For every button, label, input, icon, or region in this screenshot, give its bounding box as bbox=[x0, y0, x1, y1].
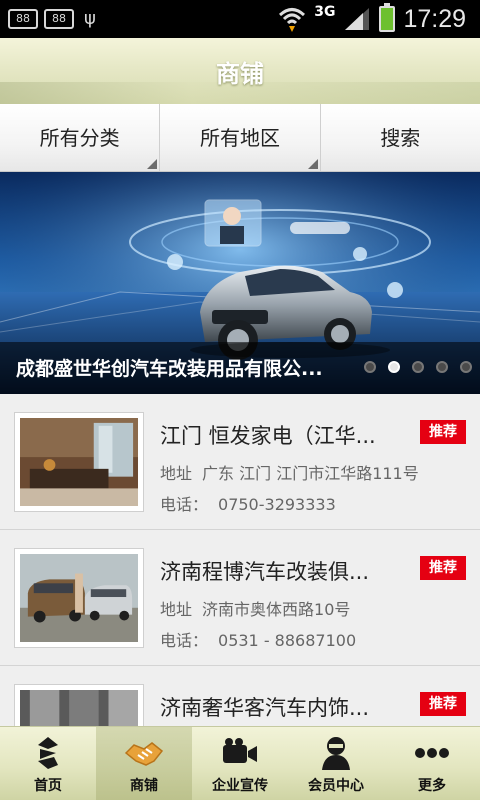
banner-caption-bar: 成都盛世华创汽车改装用品有限公... bbox=[0, 342, 480, 394]
nav-promo[interactable]: 企业宣传 bbox=[192, 727, 288, 800]
shop-thumbnail bbox=[14, 684, 144, 726]
recommend-badge: 推荐 bbox=[420, 420, 466, 444]
list-item[interactable]: 江门 恒发家电（江华... 推荐 地址 广东 江门 江门市江华路111号 电话： 0… bbox=[0, 394, 480, 530]
shop-thumbnail bbox=[14, 412, 144, 512]
carousel-dot[interactable] bbox=[412, 361, 424, 373]
network-type: 3G bbox=[314, 4, 336, 20]
carousel-indicators bbox=[364, 361, 472, 373]
list-item[interactable]: 济南程博汽车改装俱... 推荐 地址 济南市奥体西路10号 电话： 0531 - 8… bbox=[0, 530, 480, 666]
banner-caption: 成都盛世华创汽车改装用品有限公... bbox=[16, 358, 323, 380]
phone-value: 0531 - 88687100 bbox=[218, 631, 357, 650]
shop-address: 地址 广东 江门 江门市江华路111号 bbox=[160, 460, 419, 484]
shop-phone[interactable]: 电话： 0750-3293333 bbox=[160, 491, 336, 515]
shop-address: 地址 济南市奥体西路10号 bbox=[160, 596, 350, 620]
filter-category[interactable]: 所有分类 bbox=[0, 104, 161, 171]
shop-name[interactable]: 济南奢华客汽车内饰... bbox=[160, 692, 404, 722]
shop-phone[interactable]: 电话： 0531 - 88687100 bbox=[160, 627, 356, 651]
user-icon bbox=[322, 737, 350, 770]
title-bar: 商铺 bbox=[0, 38, 480, 104]
home-icon bbox=[38, 737, 58, 769]
shop-name[interactable]: 济南程博汽车改装俱... bbox=[160, 556, 404, 586]
shop-name[interactable]: 江门 恒发家电（江华... bbox=[160, 420, 404, 450]
recommend-badge: 推荐 bbox=[420, 556, 466, 580]
filter-region[interactable]: 所有地区 bbox=[160, 104, 321, 171]
nav-shops[interactable]: 商铺 bbox=[96, 727, 192, 800]
carousel-dot[interactable] bbox=[436, 361, 448, 373]
recommend-badge: 推荐 bbox=[420, 692, 466, 716]
address-label: 地址 bbox=[160, 464, 193, 483]
address-value: 广东 江门 江门市江华路111号 bbox=[202, 464, 419, 483]
office-interior-image bbox=[20, 418, 138, 506]
wifi-icon bbox=[279, 8, 306, 32]
status-bar: 88 88 ψ 3G 17:29 bbox=[0, 0, 480, 38]
filter-search-label: 搜索 bbox=[380, 126, 421, 150]
dropdown-corner-icon bbox=[307, 159, 318, 169]
shop-thumbnail bbox=[14, 548, 144, 648]
usb-icon: ψ bbox=[84, 8, 96, 29]
battery-icon bbox=[379, 3, 396, 32]
handshake-icon bbox=[124, 742, 164, 766]
status-notifications: 88 88 ψ bbox=[8, 8, 96, 29]
phone-label: 电话： bbox=[160, 495, 209, 514]
nav-shops-label: 商铺 bbox=[130, 778, 158, 794]
filter-bar: 所有分类 所有地区 搜索 bbox=[0, 104, 480, 172]
clock: 17:29 bbox=[403, 4, 466, 33]
page-title: 商铺 bbox=[216, 60, 264, 88]
address-value: 济南市奥体西路10号 bbox=[202, 600, 351, 619]
filter-category-label: 所有分类 bbox=[39, 126, 120, 150]
nav-home-label: 首页 bbox=[34, 778, 62, 794]
phone-label: 电话： bbox=[160, 631, 209, 650]
filter-search[interactable]: 搜索 bbox=[320, 104, 480, 171]
more-icon bbox=[415, 748, 449, 758]
banner-carousel[interactable]: 成都盛世华创汽车改装用品有限公... bbox=[0, 172, 480, 394]
filter-region-label: 所有地区 bbox=[199, 126, 280, 150]
list-item[interactable]: 济南奢华客汽车内饰... 推荐 bbox=[0, 666, 480, 726]
notification-icon: 88 bbox=[44, 8, 74, 29]
nav-home[interactable]: 首页 bbox=[0, 727, 96, 800]
video-camera-icon bbox=[223, 738, 257, 763]
nav-more[interactable]: 更多 bbox=[384, 727, 480, 800]
carousel-dot[interactable] bbox=[364, 361, 376, 373]
carousel-dot[interactable] bbox=[460, 361, 472, 373]
nav-member-label: 会员中心 bbox=[308, 778, 364, 794]
vans-image bbox=[20, 554, 138, 642]
dropdown-corner-icon bbox=[147, 159, 158, 169]
nav-more-label: 更多 bbox=[418, 778, 446, 794]
phone-value: 0750-3293333 bbox=[218, 495, 336, 514]
nav-promo-label: 企业宣传 bbox=[212, 778, 268, 794]
nav-member[interactable]: 会员中心 bbox=[288, 727, 384, 800]
shop-list[interactable]: 江门 恒发家电（江华... 推荐 地址 广东 江门 江门市江华路111号 电话： 0… bbox=[0, 394, 480, 726]
carousel-dot-active[interactable] bbox=[388, 361, 400, 373]
showroom-image bbox=[20, 690, 138, 726]
address-label: 地址 bbox=[160, 600, 193, 619]
bottom-nav: 首页 商铺 企业宣传 会员中心 更多 bbox=[0, 726, 480, 800]
notification-icon: 88 bbox=[8, 8, 38, 29]
signal-icon bbox=[345, 8, 370, 30]
